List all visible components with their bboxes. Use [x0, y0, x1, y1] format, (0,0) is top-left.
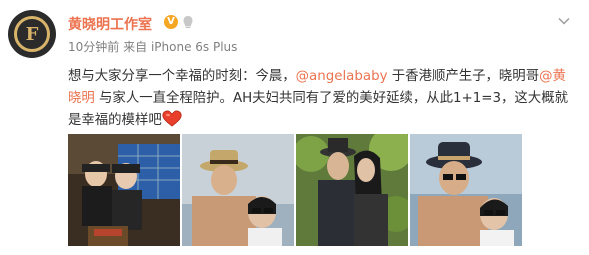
avatar-letter: F — [25, 23, 39, 45]
post-source[interactable]: iPhone 6s Plus — [151, 40, 237, 54]
mention-angelababy[interactable]: @angelababy — [296, 69, 388, 84]
account-name[interactable]: 黄晓明工作室 — [68, 14, 152, 34]
vip-icon[interactable] — [182, 15, 194, 29]
photo-grid — [68, 134, 522, 246]
photo-3[interactable] — [296, 134, 408, 246]
v-badge-icon[interactable]: V — [164, 15, 178, 29]
post-time[interactable]: 10分钟前 — [68, 40, 119, 54]
post-text-3: 与家人一直全程陪护。AH夫妇共同有了爱的美好延续，从此1+1=3，这大概就是幸福… — [68, 91, 568, 128]
heart-icon — [162, 110, 182, 127]
photo-2-image — [182, 134, 294, 246]
account-avatar[interactable]: F — [8, 10, 56, 58]
photo-2[interactable] — [182, 134, 294, 246]
avatar-logo: F — [14, 16, 50, 52]
post-text-1: 想与大家分享一个幸福的时刻：今晨， — [68, 69, 296, 84]
photo-4[interactable] — [410, 134, 522, 246]
photo-4-image — [410, 134, 522, 246]
weibo-post-card: F 黄晓明工作室 V 10分钟前 来自 iPhone 6s Plus 想与大家分… — [0, 0, 589, 255]
photo-1-image — [68, 134, 180, 246]
post-meta: 10分钟前 来自 iPhone 6s Plus — [68, 38, 237, 55]
chevron-down-icon[interactable] — [557, 14, 571, 28]
post-text-2: 于香港顺产生子，晓明哥 — [387, 69, 540, 84]
photo-3-image — [296, 134, 408, 246]
source-prefix: 来自 — [123, 40, 148, 54]
photo-1[interactable] — [68, 134, 180, 246]
post-text: 想与大家分享一个幸福的时刻：今晨，@angelababy 于香港顺产生子，晓明哥… — [68, 66, 573, 132]
